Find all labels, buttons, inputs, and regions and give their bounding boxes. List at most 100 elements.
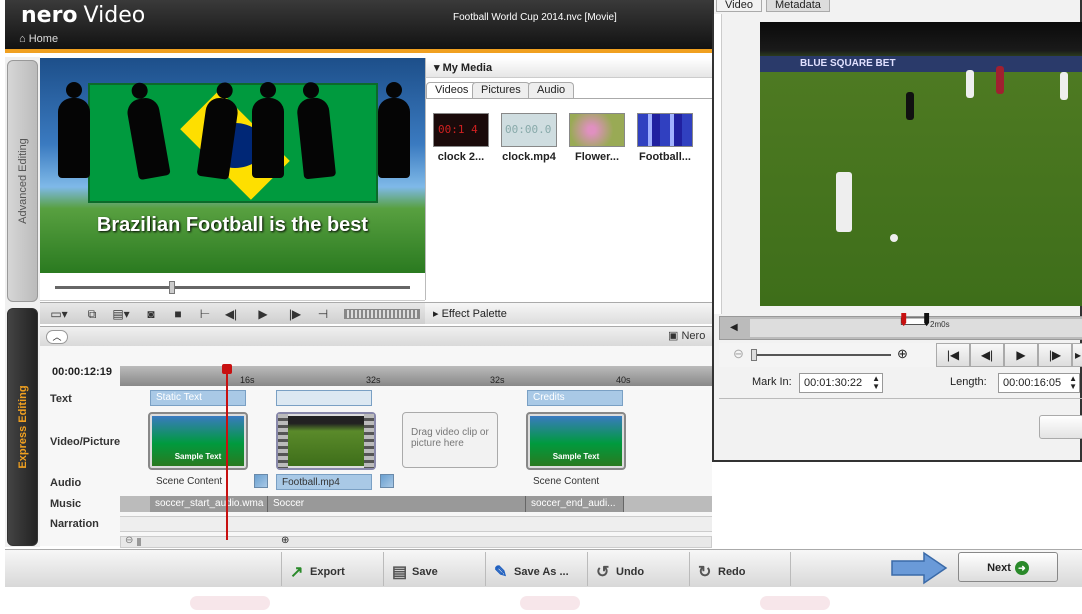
scrub-handle[interactable] — [168, 281, 175, 294]
playhead-line[interactable] — [226, 364, 228, 540]
video-clip-football[interactable] — [276, 412, 376, 470]
volume-slider[interactable] — [344, 309, 420, 319]
narration-track[interactable] — [120, 516, 712, 532]
drop-zone[interactable]: Drag video clip or picture here — [402, 412, 498, 468]
undo-label: Undo — [616, 565, 645, 578]
display-mode-icon[interactable]: ▭▾ — [46, 306, 72, 322]
zoom-track[interactable] — [755, 354, 891, 356]
text-clip[interactable]: Credits — [527, 390, 623, 406]
music-clip[interactable]: soccer_start_audio.wma — [150, 496, 268, 512]
playhead-handle[interactable] — [222, 364, 232, 374]
view-options-icon[interactable]: ▤▾ — [108, 306, 134, 322]
tab-metadata[interactable]: Metadata — [766, 0, 830, 12]
zoom-out-icon[interactable]: ⊖ — [733, 346, 744, 362]
mark-out-icon[interactable]: ⊣ — [314, 306, 332, 322]
trim-markers[interactable] — [896, 313, 936, 331]
step-back-icon[interactable]: ◀| — [222, 306, 240, 322]
go-start-icon[interactable]: |◀ — [936, 343, 970, 367]
media-label: clock.mp4 — [502, 151, 556, 163]
collapse-chevron-icon[interactable]: ︿ — [46, 330, 68, 344]
mark-in-label: Mark In: — [752, 376, 792, 388]
audio-label: Scene Content — [533, 476, 600, 487]
text-clip[interactable] — [276, 390, 372, 406]
media-thumb-flower[interactable] — [569, 113, 625, 147]
media-label: Football... — [639, 151, 691, 163]
clip-thumbnail — [288, 416, 364, 466]
media-thumb-football[interactable] — [637, 113, 693, 147]
effect-palette-header[interactable]: ▸ Effect Palette — [425, 302, 712, 324]
tab-advanced-editing[interactable]: Advanced Editing — [7, 60, 38, 302]
text-clip[interactable]: Static Text — [150, 390, 246, 406]
row-label-narration: Narration — [50, 518, 99, 530]
preview-scrubber[interactable] — [40, 273, 425, 301]
play-icon[interactable]: ▶ — [1004, 343, 1038, 367]
next-button[interactable]: Next ➜ — [958, 552, 1058, 582]
scrub-track[interactable] — [55, 286, 410, 289]
next-label: Next — [987, 561, 1011, 574]
media-thumb-clock[interactable]: 00:00.0 — [501, 113, 557, 147]
home-link[interactable]: ⌂ Home — [19, 33, 58, 45]
snapshot-icon[interactable]: ◙ — [142, 306, 160, 322]
length-field[interactable]: 00:00:16:05 ▲ ▼ — [998, 373, 1080, 393]
background-strip — [0, 592, 1082, 614]
ball — [890, 234, 898, 242]
mark-in-field[interactable]: 00:01:30:22 ▲ ▼ — [799, 373, 883, 393]
product-name: Video — [83, 3, 146, 28]
striker-figure — [836, 172, 852, 232]
video-clip-intro[interactable]: Sample Text — [148, 412, 248, 470]
export-button[interactable]: ↗ Export — [281, 552, 383, 586]
dialog-left-edge — [714, 14, 722, 314]
ruler-tick: 32s — [366, 375, 381, 385]
tab-videos[interactable]: Videos — [426, 82, 478, 98]
music-clip[interactable]: Soccer — [268, 496, 526, 512]
transition-icon[interactable] — [254, 474, 268, 488]
play-icon[interactable]: ▶ — [254, 306, 272, 322]
timeline: 00:00:12:19 16s 32s 32s 40s Text Video/P… — [40, 346, 712, 548]
music-clip[interactable]: soccer_end_audi... — [526, 496, 624, 512]
go-end-icon[interactable]: ▸ — [1072, 343, 1082, 367]
zoom-in-icon[interactable]: ⊕ — [281, 535, 289, 546]
media-thumb-clock2[interactable]: 00:1 4 — [433, 113, 489, 147]
tab-audio[interactable]: Audio — [528, 82, 575, 98]
media-panel-header[interactable]: ▾ My Media — [426, 58, 713, 78]
spinner-icon[interactable]: ▲ ▼ — [1069, 375, 1077, 391]
track-left-icon[interactable]: ◀ — [730, 322, 738, 333]
undo-icon: ↺ — [596, 564, 610, 581]
video-clip-credits[interactable]: Sample Text — [526, 412, 626, 470]
save-as-button[interactable]: ✎ Save As ... — [485, 552, 587, 586]
stadium-banner: BLUE SQUARE BET — [760, 56, 1082, 72]
audio-clip[interactable]: Football.mp4 — [276, 474, 372, 490]
video-dialog: Video Metadata BLUE SQUARE BET ◀ 2m0s ⊖ … — [712, 0, 1082, 462]
tab-video[interactable]: Video — [716, 0, 762, 12]
tab-pictures[interactable]: Pictures — [472, 82, 530, 98]
step-forward-icon[interactable]: |▶ — [286, 306, 304, 322]
tab-advanced-label: Advanced Editing — [16, 138, 29, 224]
zoom-handle[interactable] — [751, 349, 757, 361]
timeline-header: ︿ ▣ Nero — [40, 326, 712, 346]
redo-button[interactable]: ↻ Redo — [689, 552, 791, 586]
export-label: Export — [310, 565, 345, 578]
zoom-in-icon[interactable]: ⊕ — [897, 346, 908, 362]
zoom-out-icon[interactable]: ⊖ — [125, 535, 133, 546]
project-title: Football World Cup 2014.nvc [Movie] — [453, 12, 617, 23]
timeline-zoom-bar[interactable]: ⊖ ⊕ — [120, 535, 712, 548]
spinner-icon[interactable]: ▲ ▼ — [872, 375, 880, 391]
save-label: Save — [412, 565, 438, 578]
step-forward-icon[interactable]: |▶ — [1038, 343, 1072, 367]
nero-button[interactable]: ▣ Nero — [668, 329, 713, 345]
zoom-handle[interactable] — [137, 538, 141, 546]
time-ruler[interactable]: 16s 32s 32s 40s — [120, 366, 712, 386]
ruler-tick: 40s — [616, 375, 631, 385]
watermark-shape — [520, 596, 580, 610]
video-frame: BLUE SQUARE BET — [760, 22, 1082, 306]
dialog-button[interactable] — [1039, 415, 1082, 439]
export-icon: ↗ — [290, 564, 304, 581]
stop-icon[interactable]: ■ — [170, 306, 186, 322]
tab-express-editing[interactable]: Express Editing — [7, 308, 38, 546]
undo-button[interactable]: ↺ Undo — [587, 552, 689, 586]
step-back-icon[interactable]: ◀| — [970, 343, 1004, 367]
transition-icon[interactable] — [380, 474, 394, 488]
mark-in-icon[interactable]: ⊢ — [196, 306, 214, 322]
save-button[interactable]: ▤ Save — [383, 552, 485, 586]
fullscreen-icon[interactable]: ⧉ — [84, 306, 100, 322]
